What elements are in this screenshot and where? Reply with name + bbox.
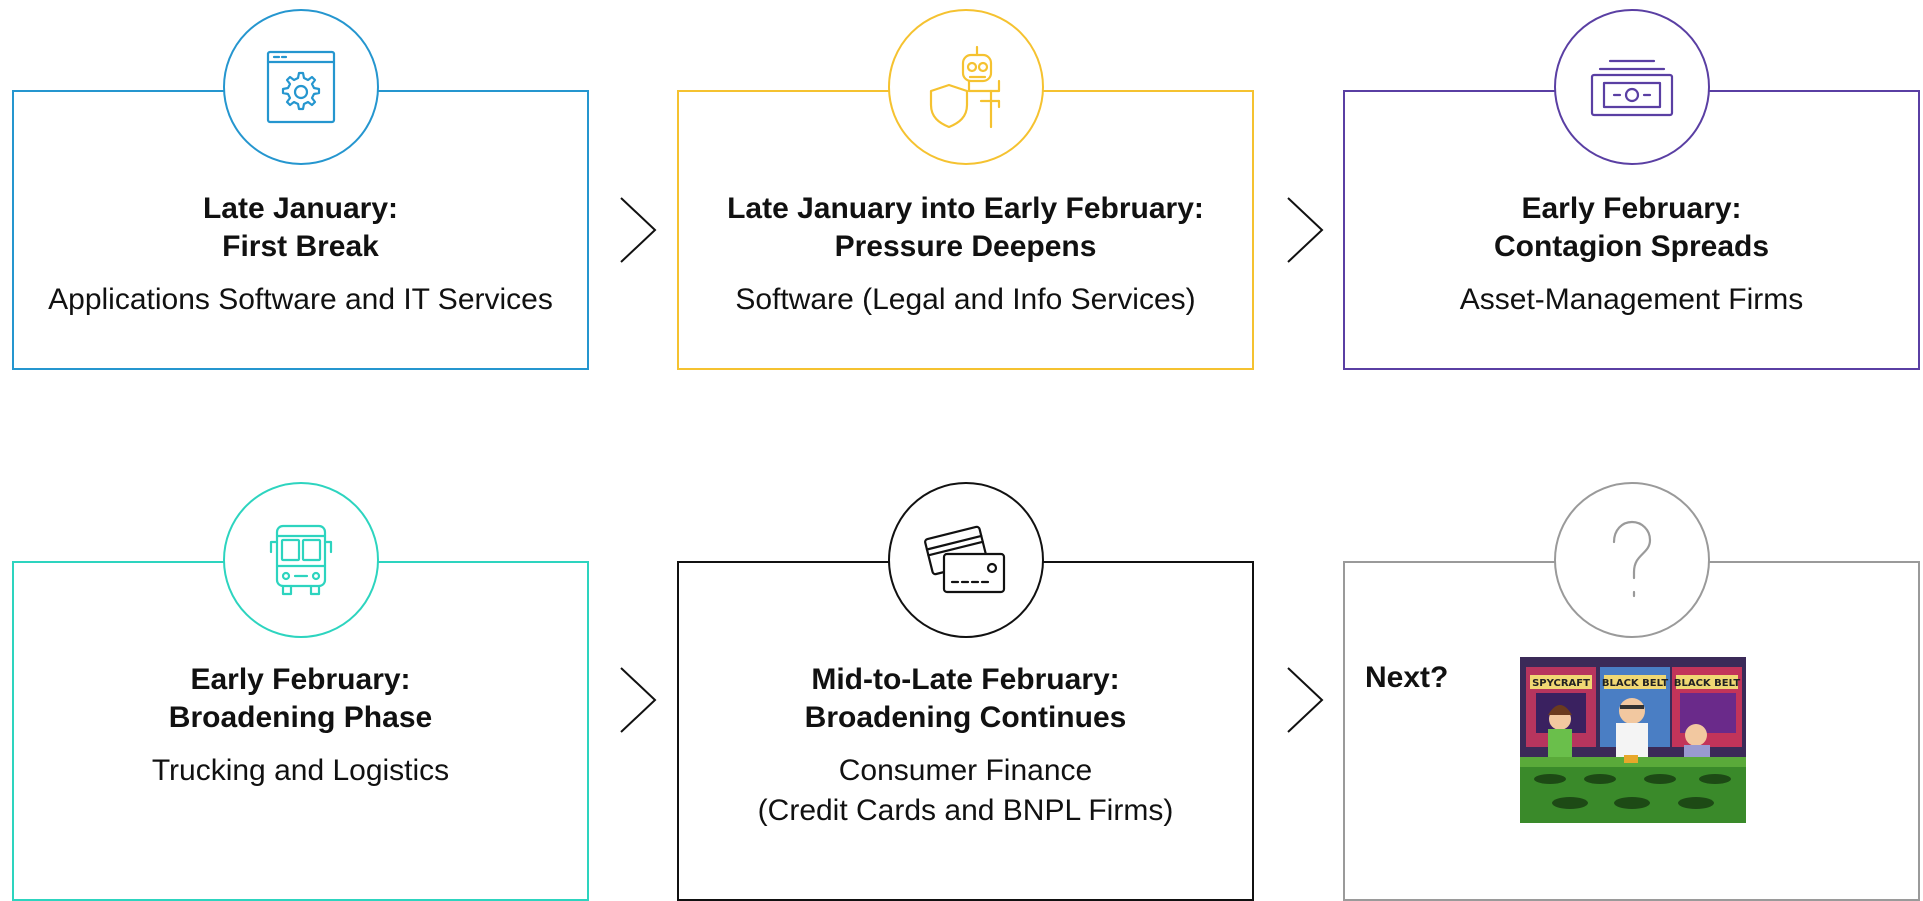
chevron-right-icon: [620, 667, 657, 733]
stage-icon-ring: [223, 482, 379, 638]
stage-icon-ring: [223, 9, 379, 165]
stage-icon-ring: [1554, 482, 1710, 638]
image-sign-left: SPYCRAFT: [1532, 678, 1590, 689]
stage-title: Early February: Contagion Spreads: [1493, 192, 1770, 263]
chevron-right-icon: [1287, 667, 1324, 733]
chevron-right-icon: [620, 197, 657, 263]
stage-title: Early February: Broadening Phase: [168, 663, 433, 734]
chevron-right-icon: [1287, 197, 1324, 263]
stage-subtitle: Trucking and Logistics: [151, 754, 450, 787]
image-sign-mid: BLACK BELT: [1602, 678, 1668, 689]
stage-subtitle: Software (Legal and Info Services): [735, 283, 1196, 316]
bus-icon: [269, 524, 333, 596]
next-label: Next?: [1365, 661, 1449, 694]
robot-shield-icon: [929, 45, 1001, 129]
stage-title: Late January: First Break: [202, 192, 399, 263]
image-sign-right: BLACK BELT: [1674, 678, 1740, 689]
browser-gear-icon: [266, 50, 336, 124]
stage-subtitle: Asset-Management Firms: [1459, 283, 1804, 316]
cartoon-image: SPYCRAFT BLACK BELT BLACK BELT: [1520, 657, 1746, 823]
stage-title: Mid-to-Late February: Broadening Continu…: [804, 663, 1127, 734]
stage-subtitle: Consumer Finance (Credit Cards and BNPL …: [757, 754, 1174, 827]
question-mark-icon: [1612, 520, 1652, 598]
stage-subtitle: Applications Software and IT Services: [48, 283, 553, 316]
stage-title: Late January into Early February: Pressu…: [727, 192, 1204, 263]
stage-icon-ring: [888, 482, 1044, 638]
banknote-stack-icon: [1590, 59, 1674, 117]
credit-cards-icon: [924, 525, 1006, 594]
stage-icon-ring: [888, 9, 1044, 165]
stage-icon-ring: [1554, 9, 1710, 165]
